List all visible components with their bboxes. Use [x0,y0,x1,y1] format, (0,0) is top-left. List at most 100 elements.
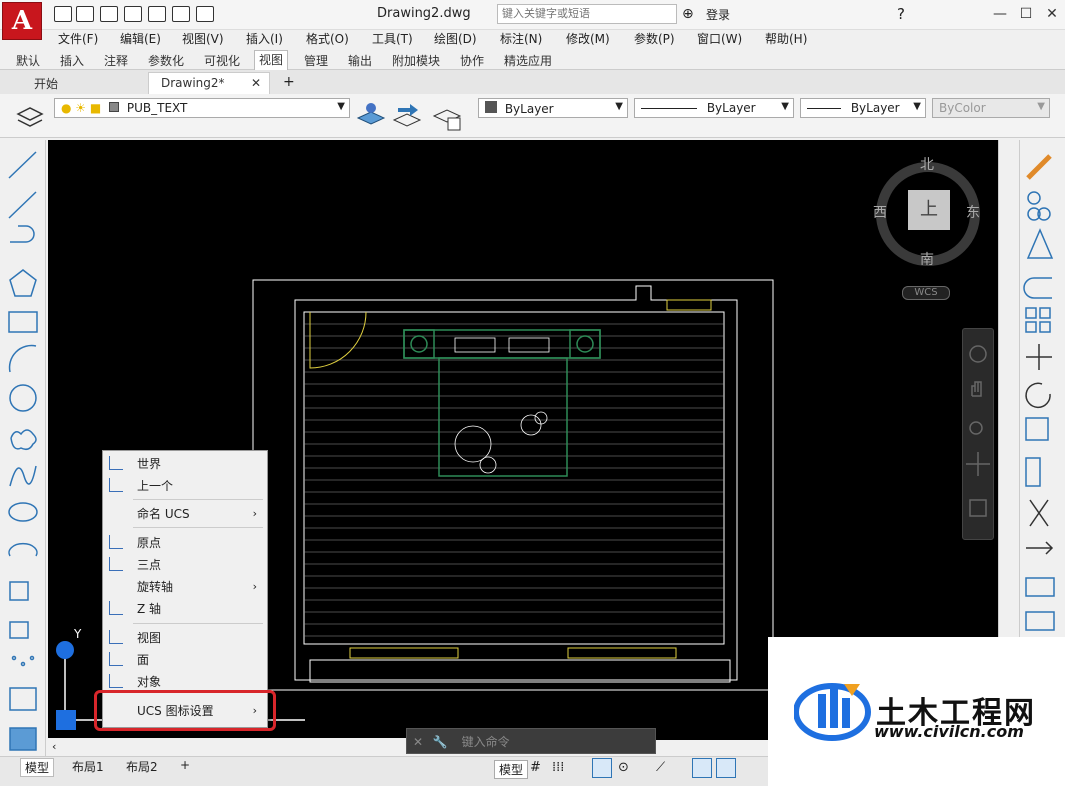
menu-edit[interactable]: 编辑(E) [120,30,161,47]
ucs-previous-icon [109,478,123,492]
tab-output[interactable]: 输出 [348,52,372,69]
tab-insert[interactable]: 插入 [60,52,84,69]
layer-states-icon[interactable] [430,100,464,134]
otrack-icon[interactable] [692,758,712,778]
menu-format[interactable]: 格式(O) [306,30,349,47]
stretch-icon [1025,457,1041,487]
color-dropdown[interactable]: ByLayer ▼ [478,98,628,118]
menu-item-z-axis[interactable]: Z 轴 [103,598,267,620]
viewcube-top-face[interactable]: 上 [908,190,950,230]
viewcube-south[interactable]: 南 [920,249,934,269]
close-icon[interactable]: ✕ [413,735,423,749]
modify-toolbar-icons[interactable] [1022,148,1060,638]
viewcube-east[interactable]: 东 [966,202,980,222]
chevron-down-icon: ▼ [1037,101,1045,112]
menu-modify[interactable]: 修改(M) [566,30,610,47]
undo-icon[interactable] [196,6,214,22]
tab-parametric[interactable]: 参数化 [148,52,184,69]
layer-dropdown[interactable]: ● ☀ ■ PUB_TEXT ▼ [54,98,350,118]
menu-insert[interactable]: 插入(I) [246,30,283,47]
viewcube-west[interactable]: 西 [873,202,887,222]
lineweight-dropdown[interactable]: ByLayer ▼ [800,98,926,118]
menu-window[interactable]: 窗口(W) [697,30,742,47]
tab-default[interactable]: 默认 [16,52,40,69]
command-input[interactable]: 键入命令 [462,735,510,749]
open-icon[interactable] [54,6,72,22]
doc-tab-drawing2[interactable]: Drawing2* ✕ [148,72,270,94]
tab-view[interactable]: 视图 [254,50,289,70]
save-icon[interactable] [76,6,94,22]
menu-item-previous[interactable]: 上一个 [103,475,267,497]
search-input[interactable] [497,4,677,24]
command-line[interactable]: ✕ 🔧 键入命令 [406,728,656,754]
menu-help[interactable]: 帮助(H) [765,30,807,47]
tab-model[interactable]: 模型 [20,758,55,777]
ucs-world-icon [109,456,123,470]
layer-previous-icon[interactable] [390,100,424,134]
tab-layout1[interactable]: 布局1 [68,758,108,775]
menu-item-three-point[interactable]: 三点 [103,554,267,576]
close-button[interactable]: ✕ [1042,4,1062,24]
linetype-value: ByLayer [706,101,756,115]
tab-visualize[interactable]: 可视化 [204,52,240,69]
ortho-icon[interactable] [592,758,612,778]
maximize-button[interactable]: ☐ [1016,4,1036,24]
doc-tab-start[interactable]: 开始 [22,72,70,94]
tab-annotate[interactable]: 注释 [104,52,128,69]
spline-icon [9,465,37,487]
line-icon [8,151,37,179]
add-layout-button[interactable]: + [176,758,194,772]
menu-view[interactable]: 视图(V) [182,30,224,47]
menu-tools[interactable]: 工具(T) [372,30,413,47]
wrench-icon[interactable]: 🔧 [433,735,448,749]
menu-item-named-ucs[interactable]: 命名 UCS › [103,503,267,525]
login-button[interactable]: 登录 [706,6,730,23]
layer-properties-icon[interactable] [14,100,46,132]
menu-file[interactable]: 文件(F) [58,30,98,47]
menu-item-rotate-axis[interactable]: 旋转轴 › [103,576,267,598]
menu-item-view[interactable]: 视图 [103,627,267,649]
viewcube-north[interactable]: 北 [920,154,934,174]
linetype-dropdown[interactable]: ByLayer ▼ [634,98,794,118]
save-as-icon[interactable] [100,6,118,22]
tab-manage[interactable]: 管理 [304,52,328,69]
polar-icon[interactable]: ⊙ [618,760,629,775]
menu-item-face[interactable]: 面 [103,649,267,671]
offset-icon [1023,277,1052,299]
rectangle-icon [8,311,38,333]
snap-icon[interactable]: ⁞⁞⁞ [552,760,564,775]
highlight-annotation [94,690,276,731]
menu-parametric[interactable]: 参数(P) [634,30,675,47]
draw-toolbar-icons[interactable] [6,146,40,756]
tab-layout2[interactable]: 布局2 [122,758,162,775]
close-tab-icon[interactable]: ✕ [251,76,261,90]
add-tab-button[interactable]: + [283,74,295,90]
make-current-layer-icon[interactable] [354,100,388,134]
tab-collaborate[interactable]: 协作 [460,52,484,69]
print-icon[interactable] [172,6,190,22]
showmotion-icon [969,499,987,517]
navigation-bar-icons[interactable] [966,340,990,530]
wcs-menu[interactable]: WCS [902,286,950,300]
menu-draw[interactable]: 绘图(D) [434,30,477,47]
ducs-icon[interactable] [716,758,736,778]
binoculars-icon[interactable]: ⊕ [682,6,694,22]
help-icon[interactable]: ? [897,5,905,23]
horizontal-scrollbar[interactable] [48,738,408,754]
osnap-icon[interactable]: ⟋ [656,760,665,775]
menu-dimension[interactable]: 标注(N) [500,30,542,47]
menu-item-origin[interactable]: 原点 [103,532,267,554]
grid-icon[interactable]: # [530,760,541,775]
plotstyle-dropdown[interactable]: ByColor ▼ [932,98,1050,118]
scroll-left-icon[interactable]: ‹ [52,740,56,753]
menu-item-label: 旋转轴 [137,580,174,594]
menu-item-world[interactable]: 世界 [103,453,267,475]
tab-featured-apps[interactable]: 精选应用 [504,52,552,69]
tab-addins[interactable]: 附加模块 [392,52,440,69]
web-icon[interactable] [124,6,142,22]
model-space-button[interactable]: 模型 [494,760,529,779]
menu-item-label: 面 [137,653,150,667]
minimize-button[interactable]: — [990,4,1010,24]
bed-furniture [403,329,601,477]
export-icon[interactable] [148,6,166,22]
